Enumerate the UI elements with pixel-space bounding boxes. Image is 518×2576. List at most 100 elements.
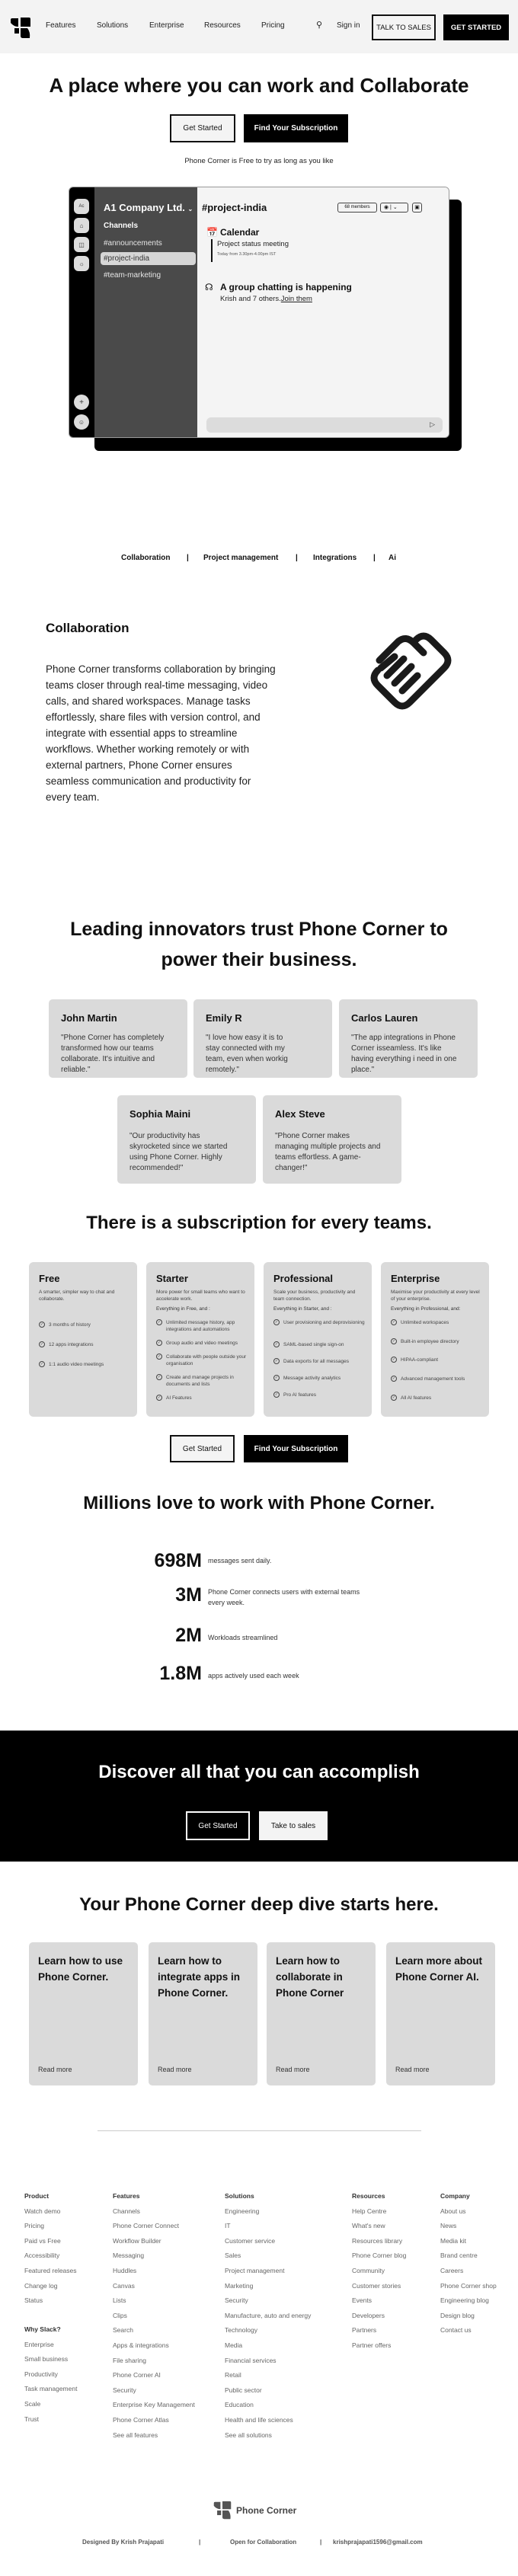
footer-link[interactable]: Security — [113, 2386, 195, 2402]
sign-in-link[interactable]: Sign in — [337, 21, 360, 30]
footer-link[interactable]: Task management — [24, 2385, 77, 2400]
channel-announcements[interactable]: #announcements — [104, 239, 162, 248]
footer-link[interactable]: IT — [225, 2222, 311, 2237]
profile-icon[interactable]: ☺ — [74, 414, 89, 430]
footer-link[interactable]: Phone Corner Connect — [113, 2222, 195, 2237]
footer-link[interactable]: Phone Corner blog — [352, 2252, 406, 2267]
hero-find-subscription-button[interactable]: Find Your Subscription — [244, 114, 348, 142]
activity-bell-icon[interactable]: ☼ — [74, 256, 89, 271]
workspace-name[interactable]: A1 Company Ltd. ⌄ — [104, 202, 193, 213]
canvas-icon[interactable]: ▣ — [412, 203, 422, 213]
footer-link[interactable]: Media — [225, 2341, 311, 2357]
footer-link[interactable]: News — [440, 2222, 497, 2237]
footer-link[interactable]: Resources library — [352, 2237, 406, 2252]
footer-link[interactable]: Productivity — [24, 2370, 77, 2386]
phone-corner-logo[interactable] — [9, 17, 32, 40]
footer-link[interactable]: Events — [352, 2296, 406, 2312]
footer-link[interactable]: Financial services — [225, 2357, 311, 2372]
footer-link[interactable]: Community — [352, 2267, 406, 2282]
footer-link[interactable]: Media kit — [440, 2237, 497, 2252]
read-more-link[interactable]: Read more — [158, 2066, 192, 2073]
nav-features[interactable]: Features — [46, 21, 75, 30]
footer-link[interactable]: Small business — [24, 2355, 77, 2370]
footer-link[interactable]: Contact us — [440, 2326, 497, 2341]
footer-link[interactable]: Apps & integrations — [113, 2341, 195, 2357]
talk-to-sales-button[interactable]: TALK TO SALES — [372, 14, 436, 40]
nav-enterprise[interactable]: Enterprise — [149, 21, 184, 30]
footer-link[interactable]: Customer service — [225, 2237, 311, 2252]
send-icon[interactable]: ▷ — [430, 420, 435, 429]
footer-link[interactable]: Enterprise — [24, 2341, 77, 2356]
tab-project-management[interactable]: Project management — [203, 554, 278, 562]
footer-link[interactable]: File sharing — [113, 2357, 195, 2372]
footer-link[interactable]: Trust — [24, 2415, 77, 2431]
plans-find-subscription-button[interactable]: Find Your Subscription — [244, 1435, 348, 1462]
footer-link[interactable]: Phone Corner AI — [113, 2371, 195, 2386]
footer-link[interactable]: Brand centre — [440, 2252, 497, 2267]
footer-link[interactable]: Public sector — [225, 2386, 311, 2402]
read-more-link[interactable]: Read more — [276, 2066, 310, 2073]
footer-link[interactable]: Partner offers — [352, 2341, 406, 2357]
footer-link[interactable]: Accessibility — [24, 2252, 77, 2267]
home-icon[interactable]: ⌂ — [74, 218, 89, 233]
footer-link[interactable]: Huddles — [113, 2267, 195, 2282]
join-huddle-link[interactable]: Join them — [281, 295, 312, 303]
footer-link[interactable]: Scale — [24, 2400, 77, 2415]
footer-link[interactable]: Partners — [352, 2326, 406, 2341]
footer-link[interactable]: Manufacture, auto and energy — [225, 2312, 311, 2327]
footer-link[interactable]: Enterprise Key Management — [113, 2401, 195, 2416]
footer-link[interactable]: Pricing — [24, 2222, 77, 2237]
nav-resources[interactable]: Resources — [204, 21, 241, 30]
footer-link[interactable]: Messaging — [113, 2252, 195, 2267]
deep-dive-card[interactable]: Learn more about Phone Corner AI. Read m… — [386, 1942, 495, 2085]
messages-icon[interactable]: ◫ — [74, 237, 89, 252]
footer-link[interactable]: Change log — [24, 2282, 77, 2297]
cta-get-started-button[interactable]: Get Started — [186, 1811, 250, 1840]
footer-link[interactable]: Engineering — [225, 2207, 311, 2223]
footer-link[interactable]: Engineering blog — [440, 2296, 497, 2312]
footer-link[interactable]: Paid vs Free — [24, 2237, 77, 2252]
footer-link[interactable]: Retail — [225, 2371, 311, 2386]
get-started-nav-button[interactable]: GET STARTED — [443, 14, 509, 40]
footer-link[interactable]: Status — [24, 2296, 77, 2312]
footer-link[interactable]: Channels — [113, 2207, 195, 2223]
meeting-title[interactable]: Project status meeting — [217, 240, 289, 248]
tab-integrations[interactable]: Integrations — [313, 554, 357, 562]
footer-link[interactable]: Health and life sciences — [225, 2416, 311, 2431]
message-input[interactable]: ▷ — [206, 417, 443, 433]
cta-sales-button[interactable]: Take to sales — [259, 1811, 328, 1840]
footer-link[interactable]: About us — [440, 2207, 497, 2223]
deep-dive-card[interactable]: Learn how to integrate apps in Phone Cor… — [149, 1942, 257, 2085]
tab-ai[interactable]: Ai — [388, 554, 396, 562]
footer-link[interactable]: Security — [225, 2296, 311, 2312]
footer-link[interactable]: Phone Corner shop — [440, 2282, 497, 2297]
channel-project-india[interactable]: #project-india — [104, 254, 149, 263]
footer-link[interactable]: Phone Corner Atlas — [113, 2416, 195, 2431]
footer-link[interactable]: Featured releases — [24, 2267, 77, 2282]
footer-link[interactable]: Workflow Builder — [113, 2237, 195, 2252]
search-icon[interactable]: ⚲ — [316, 20, 322, 30]
huddle-button[interactable]: ◉ | ⌄ — [380, 203, 408, 213]
footer-link[interactable]: Help Centre — [352, 2207, 406, 2223]
channel-team-marketing[interactable]: #team-marketing — [104, 271, 161, 280]
footer-link[interactable]: Clips — [113, 2312, 195, 2327]
footer-link[interactable]: Search — [113, 2326, 195, 2341]
plans-get-started-button[interactable]: Get Started — [170, 1435, 235, 1462]
footer-link[interactable]: What's new — [352, 2222, 406, 2237]
footer-link[interactable]: Watch demo — [24, 2207, 77, 2223]
tab-collaboration[interactable]: Collaboration — [121, 554, 170, 562]
footer-link[interactable]: Project management — [225, 2267, 311, 2282]
nav-pricing[interactable]: Pricing — [261, 21, 285, 30]
footer-link[interactable]: Canvas — [113, 2282, 195, 2297]
footer-link[interactable]: Careers — [440, 2267, 497, 2282]
footer-link[interactable]: Design blog — [440, 2312, 497, 2327]
footer-link[interactable]: Developers — [352, 2312, 406, 2327]
deep-dive-card[interactable]: Learn how to use Phone Corner. Read more — [29, 1942, 138, 2085]
read-more-link[interactable]: Read more — [395, 2066, 430, 2073]
footer-link[interactable]: Marketing — [225, 2282, 311, 2297]
footer-link[interactable]: Lists — [113, 2296, 195, 2312]
contact-email-link[interactable]: krishprajapati1596@gmail.com — [333, 2539, 423, 2546]
add-workspace-icon[interactable]: + — [74, 395, 89, 410]
footer-link[interactable]: Education — [225, 2401, 311, 2416]
deep-dive-card[interactable]: Learn how to collaborate in Phone Corner… — [267, 1942, 376, 2085]
